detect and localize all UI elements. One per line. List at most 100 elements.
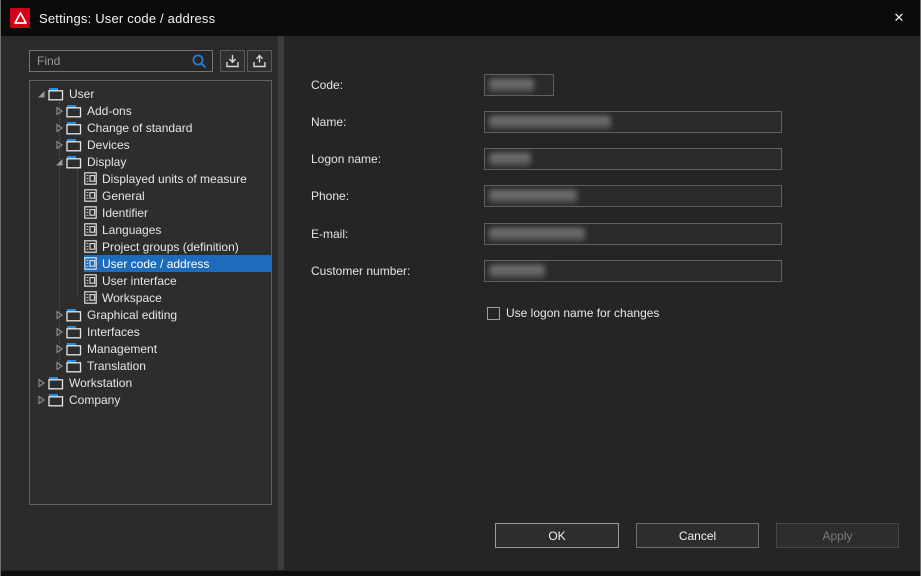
tray-arrow-down-icon — [225, 54, 240, 68]
settings-page-icon — [84, 240, 97, 253]
import-settings-button[interactable] — [220, 50, 245, 72]
tree-item-display[interactable]: Display — [30, 153, 271, 170]
e-mail-label: E-mail: — [311, 223, 348, 245]
tree-item-translation[interactable]: Translation — [30, 357, 271, 374]
collapsed-arrow-icon[interactable] — [34, 377, 48, 389]
redacted-value — [489, 190, 577, 203]
tree-indent-spacer — [70, 190, 84, 202]
tree-indent-spacer — [70, 241, 84, 253]
expanded-arrow-icon[interactable] — [52, 156, 66, 168]
tree-item-general[interactable]: General — [30, 187, 271, 204]
tree-indent-spacer — [70, 207, 84, 219]
settings-page-icon — [84, 223, 97, 236]
code-input[interactable] — [484, 74, 554, 96]
tree-item-label: User — [69, 87, 98, 101]
folder-icon — [66, 121, 82, 135]
collapsed-arrow-icon[interactable] — [52, 122, 66, 134]
folder-icon — [66, 359, 82, 373]
window-bottom-edge — [1, 571, 920, 576]
tree-item-workspace[interactable]: Workspace — [30, 289, 271, 306]
folder-icon — [48, 393, 64, 407]
tree-item-management[interactable]: Management — [30, 340, 271, 357]
window-title: Settings: User code / address — [39, 11, 215, 26]
tree-indent-spacer — [70, 173, 84, 185]
tray-arrow-up-icon — [252, 54, 267, 68]
ok-button[interactable]: OK — [495, 523, 619, 548]
tree-item-add-ons[interactable]: Add-ons — [30, 102, 271, 119]
tree-item-label: Management — [87, 342, 161, 356]
collapsed-arrow-icon[interactable] — [52, 360, 66, 372]
tree-item-label: Workstation — [69, 376, 136, 390]
search-icon[interactable] — [191, 53, 208, 70]
close-button[interactable]: ✕ — [878, 0, 920, 36]
tree-item-label: Languages — [102, 223, 165, 237]
tree-item-graphical-editing[interactable]: Graphical editing — [30, 306, 271, 323]
settings-tree: User Add-onsChange of standard Devices Disp… — [29, 80, 272, 505]
name-input[interactable] — [484, 111, 782, 133]
redacted-value — [489, 265, 545, 278]
collapsed-arrow-icon[interactable] — [52, 326, 66, 338]
logon-name-input[interactable] — [484, 148, 782, 170]
titlebar: Settings: User code / address ✕ — [1, 0, 920, 36]
tree-item-company[interactable]: Company — [30, 391, 271, 408]
settings-page-icon — [84, 189, 97, 202]
tree-item-displayed-units-of-measure[interactable]: Displayed units of measure — [30, 170, 271, 187]
collapsed-arrow-icon[interactable] — [52, 343, 66, 355]
folder-icon — [66, 104, 82, 118]
customer-number-input[interactable] — [484, 260, 782, 282]
settings-dialog: Settings: User code / address ✕ User Add-… — [0, 0, 921, 576]
collapsed-arrow-icon[interactable] — [52, 139, 66, 151]
tree-item-label: Translation — [87, 359, 150, 373]
folder-icon — [48, 376, 64, 390]
tree-item-identifier[interactable]: Identifier — [30, 204, 271, 221]
tree-item-label: Graphical editing — [87, 308, 181, 322]
tree-item-project-groups-definition[interactable]: Project groups (definition) — [30, 238, 271, 255]
redacted-value — [489, 116, 611, 129]
e-mail-input[interactable] — [484, 223, 782, 245]
tree-item-label: Add-ons — [87, 104, 136, 118]
pane-splitter[interactable] — [278, 36, 284, 570]
tree-item-user-interface[interactable]: User interface — [30, 272, 271, 289]
collapsed-arrow-icon[interactable] — [52, 105, 66, 117]
tree-item-change-of-standard[interactable]: Change of standard — [30, 119, 271, 136]
tree-item-languages[interactable]: Languages — [30, 221, 271, 238]
apply-button[interactable]: Apply — [776, 523, 899, 548]
collapsed-arrow-icon[interactable] — [52, 309, 66, 321]
use-logon-name-row: Use logon name for changes — [487, 306, 659, 320]
folder-icon — [66, 155, 82, 169]
tree-item-workstation[interactable]: Workstation — [30, 374, 271, 391]
export-settings-button[interactable] — [247, 50, 272, 72]
use-logon-name-checkbox[interactable] — [487, 307, 500, 320]
tree-indent-spacer — [70, 224, 84, 236]
tree-item-interfaces[interactable]: Interfaces — [30, 323, 271, 340]
tree-item-user-code-address[interactable]: User code / address — [30, 255, 271, 272]
tree-indent-spacer — [70, 292, 84, 304]
tree-item-devices[interactable]: Devices — [30, 136, 271, 153]
tree-item-label: Company — [69, 393, 124, 407]
tree-item-label: Workspace — [102, 291, 166, 305]
tree-item-label: Displayed units of measure — [102, 172, 251, 186]
folder-icon — [66, 138, 82, 152]
tree-item-label: Interfaces — [87, 325, 144, 339]
code-label: Code: — [311, 74, 343, 96]
phone-label: Phone: — [311, 185, 349, 207]
expanded-arrow-icon[interactable] — [34, 88, 48, 100]
phone-input[interactable] — [484, 185, 782, 207]
name-label: Name: — [311, 111, 346, 133]
settings-page-icon — [84, 206, 97, 219]
collapsed-arrow-icon[interactable] — [34, 394, 48, 406]
folder-icon — [66, 325, 82, 339]
search-input[interactable] — [29, 50, 213, 72]
folder-icon — [66, 342, 82, 356]
tree-item-label: Identifier — [102, 206, 152, 220]
customer-number-label: Customer number: — [311, 260, 410, 282]
logon-name-label: Logon name: — [311, 148, 381, 170]
redacted-value — [489, 228, 585, 241]
tree-item-label: Devices — [87, 138, 134, 152]
tree-item-user[interactable]: User — [30, 85, 271, 102]
tree-item-label: Display — [87, 155, 130, 169]
tree-indent-spacer — [70, 275, 84, 287]
folder-icon — [66, 308, 82, 322]
cancel-button[interactable]: Cancel — [636, 523, 759, 548]
tree-item-label: Project groups (definition) — [102, 240, 243, 254]
